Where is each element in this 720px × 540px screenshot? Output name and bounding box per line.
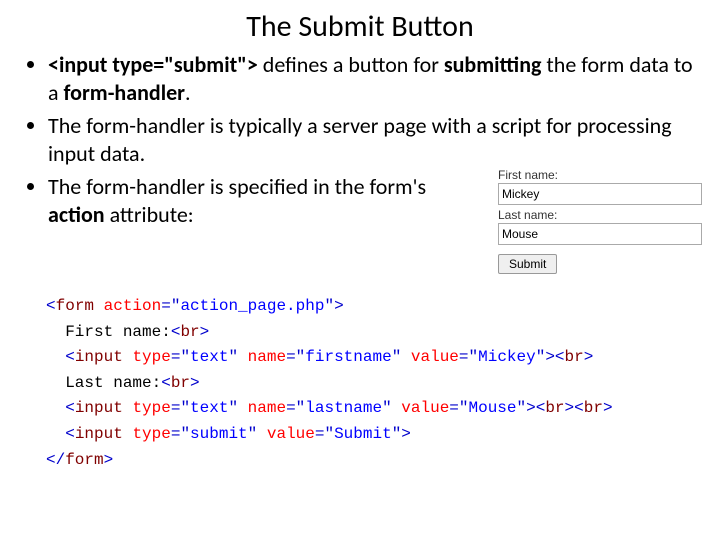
last-name-label: Last name: [498,208,698,222]
submit-button[interactable] [498,254,557,274]
last-name-input[interactable] [498,223,702,245]
bullet-1: <input type="submit"> defines a button f… [48,51,700,106]
first-name-label: First name: [498,168,698,182]
code-example: <form action="action_page.php"> First na… [46,294,613,473]
bullet-2: The form-handler is typically a server p… [48,112,700,167]
slide-title: The Submit Button [20,8,700,45]
example-form: First name: Last name: [498,168,698,274]
bullet-1-code: <input type="submit"> [48,51,258,78]
first-name-input[interactable] [498,183,702,205]
